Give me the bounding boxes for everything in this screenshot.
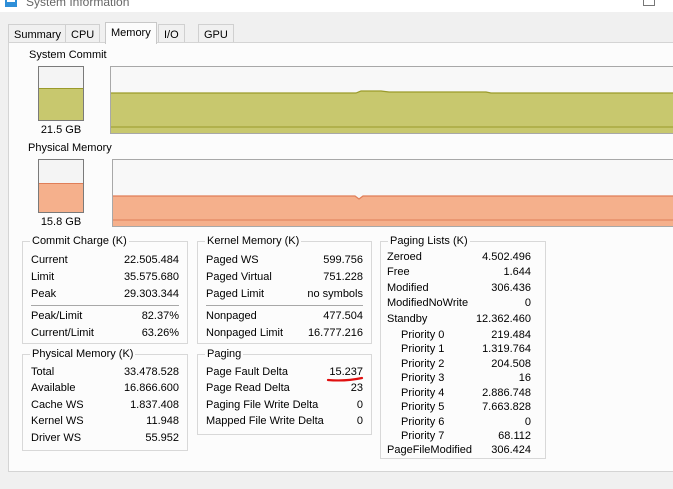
paging-file-write-delta-row: Paging File Write Delta 0 <box>206 399 363 411</box>
kernel-paged-ws-row: Paged WS 599.756 <box>206 254 363 266</box>
kernel-paged-virtual-row: Paged Virtual 751.228 <box>206 271 363 283</box>
free-row: Free 1.644 <box>387 266 531 278</box>
system-information-icon <box>5 0 17 7</box>
commit-charge-group: Commit Charge (K) Current 22.505.484 Limi… <box>22 235 188 344</box>
physical-memory-group: Physical Memory (K) Total 33.478.528 Avai… <box>22 348 188 451</box>
physical-memory-history-graph <box>112 159 673 227</box>
system-commit-gauge-fill <box>39 88 83 120</box>
kernel-nonpaged-row: Nonpaged 477.504 <box>206 310 363 322</box>
paging-group: Paging Page Fault Delta 15.237 Page Read … <box>197 348 372 435</box>
tab-io[interactable]: I/O <box>158 24 185 43</box>
mapped-file-write-delta-row: Mapped File Write Delta 0 <box>206 415 363 427</box>
page-file-modified-row: PageFileModified 306.424 <box>387 444 531 456</box>
tab-gpu[interactable]: GPU <box>198 24 234 43</box>
paging-lists-title: Paging Lists (K) <box>388 235 470 248</box>
kernel-memory-title: Kernel Memory (K) <box>205 235 302 248</box>
commit-limit-row: Limit 35.575.680 <box>31 271 179 283</box>
physical-memory-gauge <box>38 159 84 213</box>
commit-current-limit-row: Current/Limit 63.26% <box>31 327 179 339</box>
system-commit-label: System Commit <box>29 49 107 61</box>
commit-current-row: Current 22.505.484 <box>31 254 179 266</box>
physical-available-row: Available 16.866.600 <box>31 382 179 394</box>
commit-peak-row: Peak 29.303.344 <box>31 288 179 300</box>
modified-row: Modified 306.436 <box>387 282 531 294</box>
kernel-memory-group: Kernel Memory (K) Paged WS 599.756 Paged … <box>197 235 372 344</box>
tab-memory[interactable]: Memory <box>105 22 157 44</box>
paging-lists-group: Paging Lists (K) Zeroed 4.502.496 Free 1.6… <box>380 235 546 459</box>
zeroed-row: Zeroed 4.502.496 <box>387 251 531 263</box>
kernel-nonpaged-limit-row: Nonpaged Limit 16.777.216 <box>206 327 363 339</box>
standby-row: Standby 12.362.460 <box>387 313 531 325</box>
priority-5-row: Priority 5 7.663.828 <box>401 401 531 413</box>
red-underline-annotation <box>326 376 364 382</box>
physical-memory-title: Physical Memory (K) <box>30 348 136 361</box>
tab-summary[interactable]: Summary <box>8 24 68 43</box>
kernel-separator <box>206 305 363 306</box>
commit-peak-limit-row: Peak/Limit 82.37% <box>31 310 179 322</box>
kernel-paged-limit-row: Paged Limit no symbols <box>206 288 363 300</box>
system-commit-history-graph <box>110 66 673 134</box>
physical-memory-label: Physical Memory <box>28 142 112 154</box>
physical-cache-ws-row: Cache WS 1.837.408 <box>31 399 179 411</box>
priority-1-row: Priority 1 1.319.764 <box>401 343 531 355</box>
window-title: System Information <box>26 0 130 9</box>
modified-no-write-row: ModifiedNoWrite 0 <box>387 297 531 309</box>
title-bar: System Information <box>0 0 673 12</box>
commit-charge-title: Commit Charge (K) <box>30 235 129 248</box>
restore-icon[interactable] <box>643 0 655 6</box>
physical-memory-value: 15.8 GB <box>40 216 82 228</box>
physical-memory-gauge-fill <box>39 183 83 212</box>
system-commit-gauge <box>38 66 84 121</box>
priority-3-row: Priority 3 16 <box>401 372 531 384</box>
physical-kernel-ws-row: Kernel WS 11.948 <box>31 415 179 427</box>
commit-separator <box>31 305 179 306</box>
paging-title: Paging <box>205 348 244 361</box>
system-commit-value: 21.5 GB <box>40 124 82 136</box>
tab-cpu[interactable]: CPU <box>65 24 101 43</box>
physical-total-row: Total 33.478.528 <box>31 366 179 378</box>
physical-driver-ws-row: Driver WS 55.952 <box>31 432 179 444</box>
